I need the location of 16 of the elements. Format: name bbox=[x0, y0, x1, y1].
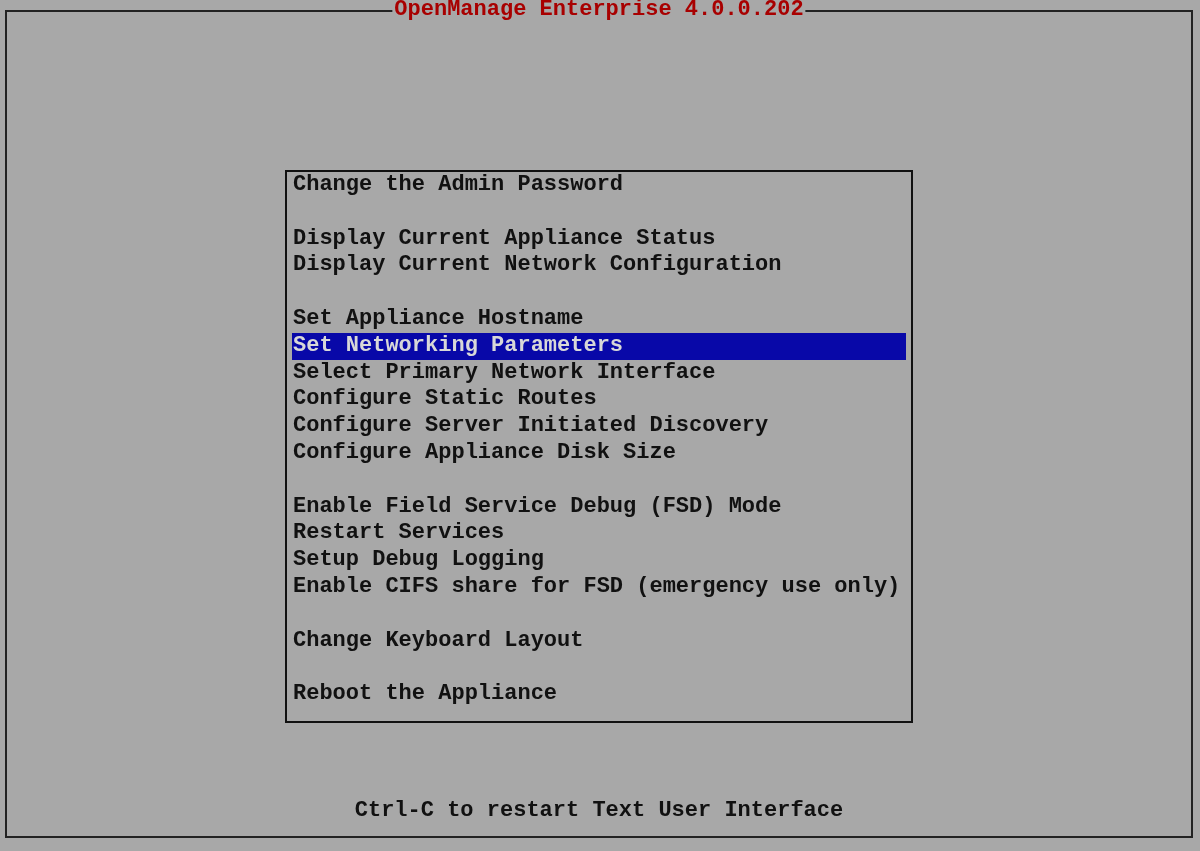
menu-item[interactable]: Configure Static Routes bbox=[292, 386, 906, 414]
status-hint: Ctrl-C to restart Text User Interface bbox=[354, 798, 844, 824]
menu-item[interactable]: Reboot the Appliance bbox=[292, 681, 906, 708]
menu-item[interactable]: Select Primary Network Interface bbox=[292, 359, 906, 387]
menu-item[interactable]: Display Current Network Configuration bbox=[292, 252, 906, 280]
menu-item[interactable]: Configure Server Initiated Discovery bbox=[292, 413, 906, 440]
menu-item[interactable]: Set Networking Parameters bbox=[292, 332, 906, 360]
menu-item[interactable]: Enable Field Service Debug (FSD) Mode bbox=[292, 493, 906, 521]
menu-item[interactable]: Enable CIFS share for FSD (emergency use only) bbox=[292, 573, 906, 601]
menu-item[interactable]: Set Appliance Hostname bbox=[292, 306, 906, 333]
menu-item[interactable]: Change the Admin Password bbox=[292, 172, 906, 199]
menu-item[interactable]: Restart Services bbox=[292, 520, 906, 548]
menu-item[interactable]: Change Keyboard Layout bbox=[292, 627, 906, 655]
menu-item[interactable]: Setup Debug Logging bbox=[292, 547, 906, 574]
menu-item[interactable]: Display Current Appliance Status bbox=[292, 225, 906, 253]
menu-item[interactable]: Configure Appliance Disk Size bbox=[292, 439, 906, 467]
